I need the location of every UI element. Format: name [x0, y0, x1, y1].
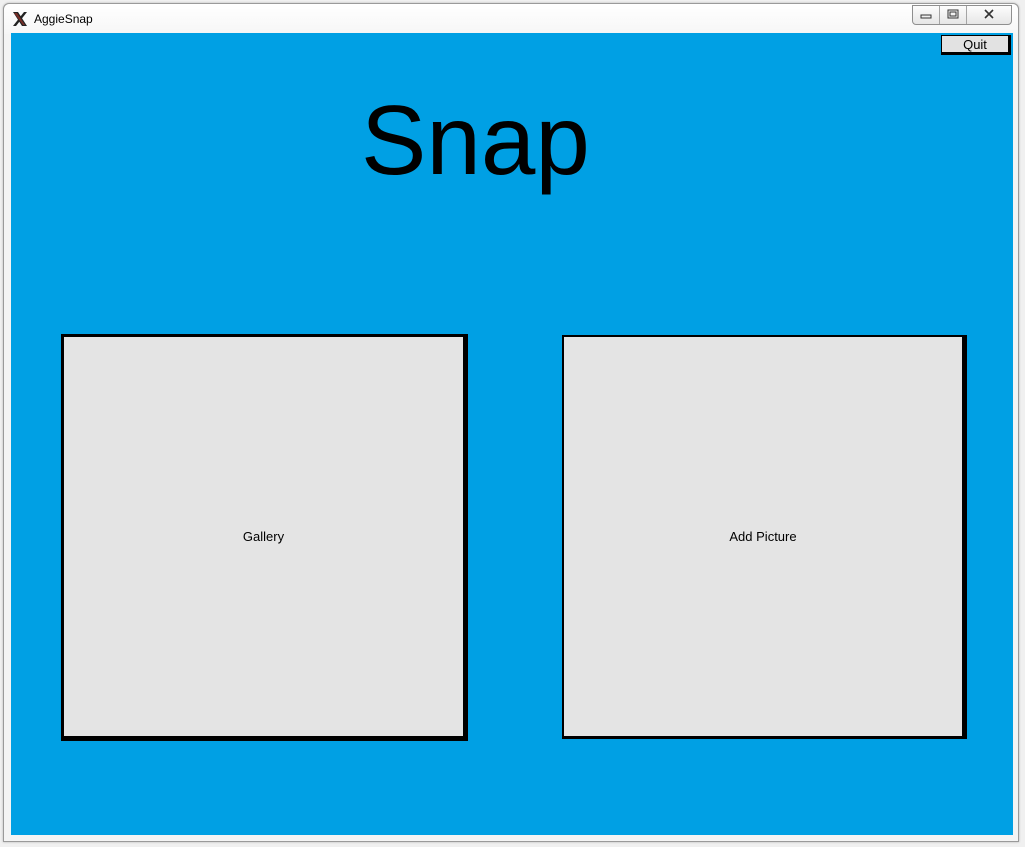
add-picture-button[interactable]: Add Picture [562, 335, 967, 739]
minimize-icon [920, 6, 932, 24]
app-canvas: Quit Snap Gallery Add Picture [11, 33, 1013, 835]
x-window-icon [12, 11, 28, 27]
app-window: AggieSnap Quit Snap Gallery Add Picture [3, 3, 1019, 842]
gallery-button[interactable]: Gallery [61, 334, 468, 741]
maximize-icon [947, 6, 959, 24]
add-picture-button-label: Add Picture [729, 529, 797, 544]
app-heading: Snap [361, 85, 590, 195]
gallery-button-label: Gallery [242, 529, 285, 544]
close-icon [983, 6, 995, 24]
maximize-button[interactable] [939, 6, 966, 24]
window-controls [912, 5, 1012, 25]
title-bar[interactable]: AggieSnap [4, 4, 1018, 34]
window-title: AggieSnap [34, 12, 93, 26]
close-button[interactable] [966, 6, 1011, 24]
minimize-button[interactable] [913, 6, 939, 24]
quit-button[interactable]: Quit [941, 35, 1011, 55]
